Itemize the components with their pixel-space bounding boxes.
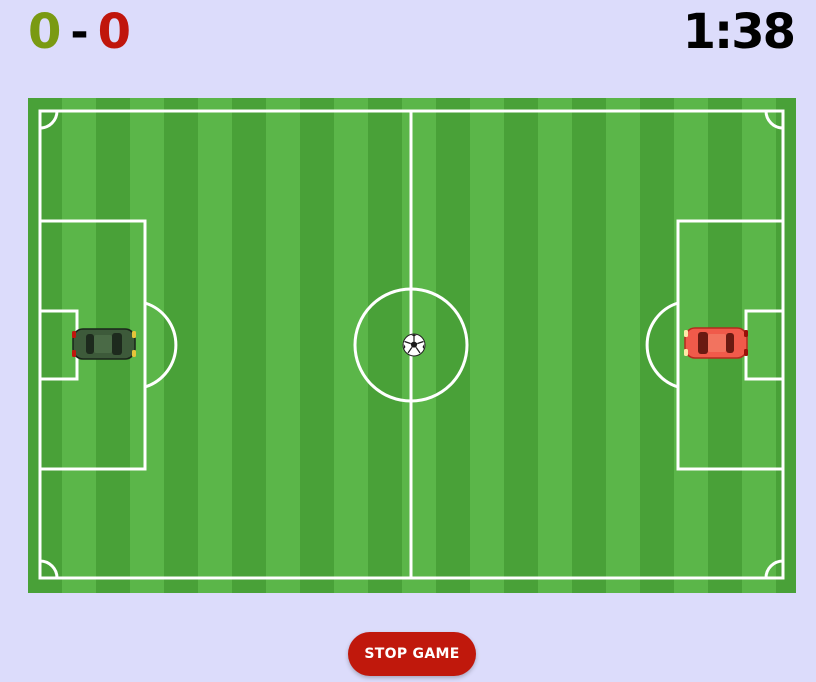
- scoreboard: 0 - 0: [28, 4, 131, 60]
- game-timer: 1:38: [682, 4, 796, 60]
- left-penalty-arc: [144, 301, 178, 389]
- corner-arc-bottom-right: [764, 559, 784, 579]
- soccer-ball-icon: [402, 333, 426, 357]
- right-penalty-arc: [645, 301, 679, 389]
- corner-arc-top-right: [764, 110, 784, 130]
- score-separator: -: [70, 6, 88, 58]
- right-team-score: 0: [97, 4, 131, 60]
- corner-arc-bottom-left: [39, 559, 59, 579]
- stop-game-button[interactable]: STOP GAME: [348, 632, 476, 676]
- left-car-icon: [72, 328, 136, 360]
- right-goal-area: [744, 309, 785, 381]
- left-team-score: 0: [28, 4, 61, 60]
- right-car-icon: [684, 327, 748, 359]
- soccer-field: [28, 98, 796, 593]
- corner-arc-top-left: [39, 110, 59, 130]
